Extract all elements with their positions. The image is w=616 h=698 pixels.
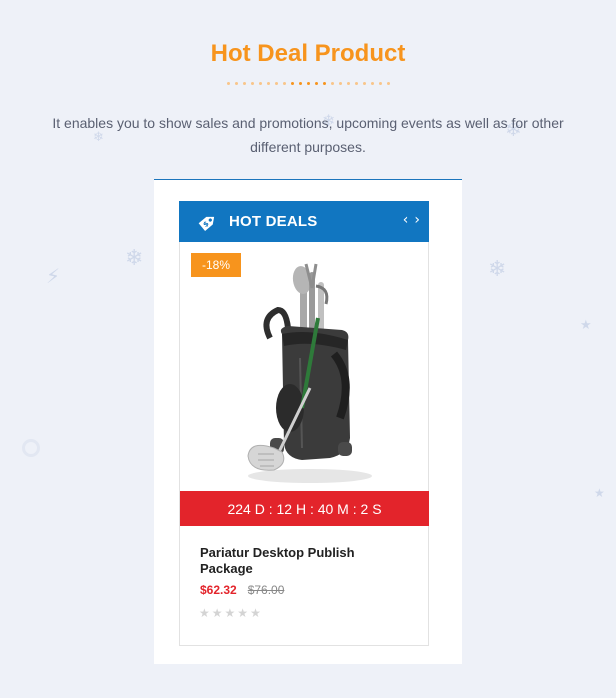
hot-deals-title: HOT DEALS — [229, 213, 318, 230]
price-tag-icon: $ — [198, 216, 215, 231]
star-icon: ★ — [224, 606, 236, 620]
subtitle-line-1: It enables you to show sales and promoti… — [52, 115, 564, 131]
title-divider-dots — [0, 82, 616, 85]
prev-arrow-button[interactable]: ‹ — [403, 211, 409, 229]
section-subtitle: It enables you to show sales and promoti… — [50, 111, 566, 159]
star-icon: ★ — [211, 606, 223, 620]
carousel-arrows: ‹ › — [403, 211, 420, 229]
countdown-timer: 224 D : 12 H : 40 M : 2 S — [180, 491, 429, 526]
product-card[interactable]: -18% 224 D : 12 H : 40 M : 2 S Pariatur … — [179, 242, 429, 646]
snowflake-icon: ❄ — [125, 246, 144, 271]
star-icon: ★ — [580, 318, 592, 333]
sale-price: $62.32 — [200, 583, 237, 597]
next-arrow-button[interactable]: › — [414, 211, 420, 229]
hot-deals-header: $ HOT DEALS ‹ › — [179, 201, 429, 242]
star-icon: ★ — [199, 606, 210, 620]
product-prices: $62.32 $76.00 — [200, 583, 284, 597]
original-price: $76.00 — [247, 583, 285, 597]
section-title: Hot Deal Product — [210, 40, 406, 67]
circle-icon — [22, 439, 40, 457]
lightning-icon: ⚡ — [46, 264, 61, 288]
subtitle-line-2: different purposes. — [250, 139, 366, 155]
star-icon: ★ — [250, 606, 261, 620]
product-name[interactable]: Pariatur Desktop Publish Package — [200, 545, 400, 577]
snowflake-icon: ❄ — [488, 257, 507, 282]
product-image[interactable] — [230, 258, 380, 488]
star-icon: ★ — [594, 486, 605, 500]
star-icon: ★ — [237, 606, 249, 620]
rating-stars: ★ ★ ★ ★ ★ — [199, 606, 261, 620]
